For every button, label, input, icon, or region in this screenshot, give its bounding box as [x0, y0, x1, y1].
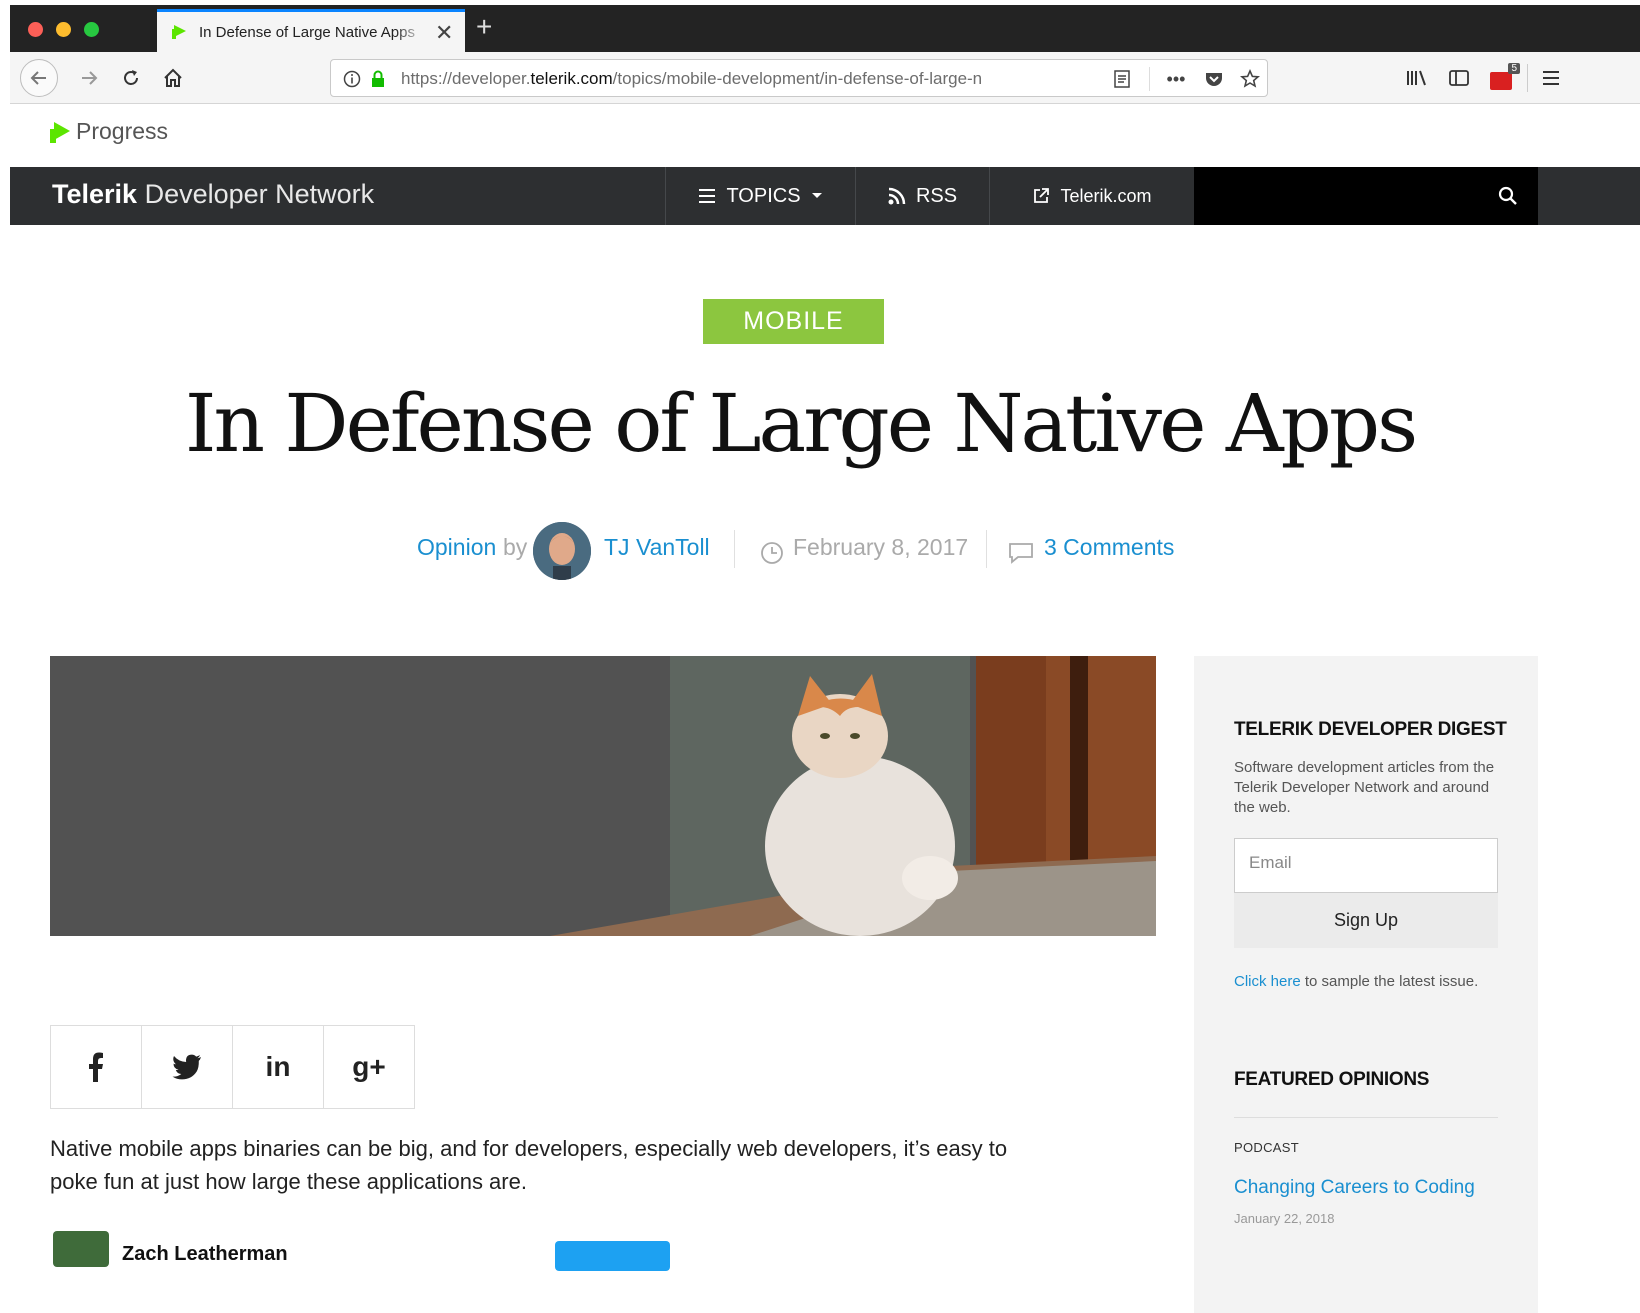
forward-button[interactable] [72, 61, 106, 95]
url-divider [1149, 67, 1150, 91]
toolbar-divider [1527, 64, 1528, 92]
sidebar: TELERIK DEVELOPER DIGEST Software develo… [1194, 656, 1538, 1313]
nav-topics[interactable]: TOPICS [665, 167, 855, 225]
nav-topics-label: TOPICS [726, 184, 801, 207]
hamburger-icon [699, 189, 716, 203]
new-tab-button[interactable]: + [476, 11, 492, 43]
progress-favicon-icon [172, 25, 186, 39]
cat-photo [50, 656, 1156, 936]
pocket-icon[interactable] [1203, 68, 1225, 90]
progress-header: Progress [10, 104, 1640, 167]
article-lede: Native mobile apps binaries can be big, … [50, 1136, 1008, 1194]
extension-icon: 5 [1490, 63, 1520, 90]
hero-image [50, 656, 1156, 936]
tab-close-icon[interactable]: ✕ [435, 20, 453, 46]
meta-divider [734, 530, 735, 568]
progress-logo[interactable]: Progress [50, 118, 168, 145]
url-bar[interactable]: https://developer.telerik.com/topics/mob… [330, 59, 1268, 97]
article-title: In Defense of Large Native Apps [184, 377, 1418, 470]
share-linkedin-button[interactable]: in [233, 1026, 324, 1108]
sidebar-button[interactable] [1442, 61, 1476, 95]
tweet-follow-button[interactable] [555, 1241, 670, 1271]
share-googleplus-button[interactable]: g+ [324, 1026, 414, 1108]
arrow-left-icon [30, 71, 46, 85]
facebook-icon [89, 1052, 103, 1082]
reload-button[interactable] [114, 61, 148, 95]
info-icon[interactable] [341, 68, 363, 90]
extension-badge: 5 [1508, 63, 1520, 74]
rss-icon [888, 187, 906, 205]
share-bar: in g+ [50, 1025, 415, 1109]
library-button[interactable] [1400, 61, 1434, 95]
progress-name: Progress [76, 118, 169, 144]
nav-rss[interactable]: RSS [855, 167, 989, 225]
hamburger-icon [1543, 71, 1559, 85]
digest-description: Software development articles from the T… [1234, 759, 1495, 816]
twitter-icon [172, 1054, 201, 1080]
zoom-window-button[interactable] [84, 22, 99, 37]
by-label: by [503, 534, 528, 560]
home-button[interactable] [156, 61, 190, 95]
close-window-button[interactable] [28, 22, 43, 37]
site-navigation: Telerik Developer Network TOPICS RSS Tel… [10, 167, 1640, 225]
navigation-toolbar: https://developer.telerik.com/topics/mob… [10, 52, 1640, 104]
nav-telerik[interactable]: Telerik.com [989, 167, 1194, 225]
article-meta: Opinion by TJ VanToll February 8, 2017 3… [10, 520, 1590, 580]
tweet-avatar[interactable] [53, 1231, 109, 1267]
category-badge[interactable]: MOBILE [703, 299, 884, 344]
home-icon [164, 68, 182, 87]
arrow-right-icon [82, 71, 98, 85]
googleplus-icon: g+ [352, 1051, 386, 1082]
extension-button[interactable]: 5 [1484, 61, 1520, 95]
signup-button[interactable]: Sign Up [1234, 893, 1498, 948]
share-twitter-button[interactable] [142, 1026, 233, 1108]
library-icon [1407, 70, 1426, 86]
sample-issue-text: to sample the latest issue. [1300, 973, 1479, 990]
browser-tab-active[interactable]: In Defense of Large Native Apps ✕ [157, 9, 465, 52]
reload-icon [124, 70, 138, 85]
email-input[interactable]: Email [1234, 838, 1498, 893]
featured-title: FEATURED OPINIONS [1234, 1069, 1430, 1090]
featured-divider [1234, 1117, 1498, 1118]
external-link-icon [1034, 188, 1050, 203]
clock-icon [761, 542, 783, 564]
publish-date: February 8, 2017 [793, 534, 969, 560]
page-actions-icon[interactable]: ••• [1165, 68, 1187, 90]
minimize-window-button[interactable] [56, 22, 71, 37]
click-here-link[interactable]: Click here [1234, 973, 1301, 990]
nav-telerik-label: Telerik.com [1060, 185, 1152, 206]
tweet-author[interactable]: Zach Leatherman [122, 1243, 288, 1266]
bookmark-star-icon[interactable] [1239, 68, 1261, 90]
author-link[interactable]: TJ VanToll [604, 534, 710, 561]
tab-strip: In Defense of Large Native Apps ✕ + [10, 5, 1640, 52]
telerik-brand[interactable]: Telerik Developer Network [52, 179, 374, 210]
sample-issue-line: Click here to sample the latest issue. [1234, 972, 1524, 992]
author-avatar[interactable] [533, 522, 591, 580]
comments-link[interactable]: 3 Comments [1044, 534, 1174, 561]
caret-down-icon [811, 193, 822, 198]
article-type-link[interactable]: Opinion [417, 534, 496, 561]
avatar-image [533, 522, 591, 580]
menu-button[interactable] [1534, 61, 1568, 95]
featured-date: January 22, 2018 [1234, 1211, 1335, 1226]
meta-divider [986, 530, 987, 568]
featured-article-link[interactable]: Changing Careers to Coding [1234, 1177, 1475, 1199]
lock-icon[interactable] [367, 68, 389, 90]
linkedin-icon: in [265, 1051, 291, 1082]
embedded-tweet: Zach Leatherman [50, 1227, 750, 1271]
url-text[interactable]: https://developer.telerik.com/topics/mob… [401, 69, 1061, 89]
search-icon[interactable] [1498, 186, 1518, 206]
progress-logo-icon [50, 121, 70, 143]
browser-window: In Defense of Large Native Apps ✕ + http… [10, 5, 1640, 1313]
tab-title: In Defense of Large Native Apps [199, 24, 425, 41]
reader-view-icon[interactable] [1111, 68, 1133, 90]
search-area [1194, 167, 1538, 225]
share-facebook-button[interactable] [51, 1026, 142, 1108]
nav-rss-label: RSS [915, 184, 958, 207]
comment-icon [1009, 543, 1033, 564]
back-button[interactable] [20, 59, 58, 97]
featured-category[interactable]: PODCAST [1234, 1140, 1299, 1155]
digest-title: TELERIK DEVELOPER DIGEST [1234, 719, 1507, 740]
sidebar-icon [1449, 70, 1469, 86]
